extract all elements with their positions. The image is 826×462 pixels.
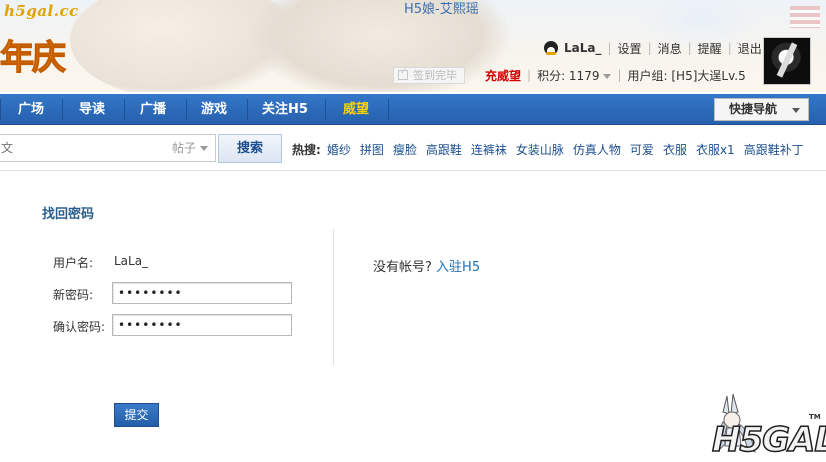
user-stats-bar: 签到完毕 充威望 | 积分: 1179 | 用户组: [H5]大逞Lv.5 (393, 66, 746, 84)
hot-search-link[interactable]: 拼图 (360, 141, 384, 158)
page-title: 找回密码 (42, 207, 95, 222)
checkin-label: 签到完毕 (413, 69, 457, 82)
nav-item-follow-h5[interactable]: 关注H5 (252, 94, 318, 125)
hot-searches-label: 热搜: (292, 143, 321, 157)
hot-search-link[interactable]: 婚纱 (327, 141, 351, 158)
settings-link[interactable]: 设置 (618, 40, 642, 57)
search-button[interactable]: 搜索 (218, 134, 282, 163)
nav-divider (388, 99, 389, 120)
chevron-down-icon (792, 108, 800, 113)
nav-item-prestige[interactable]: 威望 (333, 94, 379, 125)
user-bar: LaLa_ | 设置 | 消息 | 提醒 | 退出 (544, 40, 762, 56)
hot-search-link[interactable]: 衣服x1 (696, 141, 735, 158)
new-password-field[interactable]: •••••••• (112, 282, 292, 304)
vertical-divider (333, 229, 334, 365)
points-label: 积分: 1179 (537, 68, 600, 83)
hot-searches: 热搜: 婚纱 拼图 瘦脸 高跟鞋 连裤袜 女装山脉 仿真人物 可爱 衣服 衣服x… (292, 141, 813, 158)
reminders-link[interactable]: 提醒 (698, 40, 722, 57)
points-menu[interactable]: 积分: 1179 (537, 67, 612, 84)
site-logo-url[interactable]: h5gal.cc (4, 2, 79, 20)
qq-penguin-icon (544, 41, 558, 55)
hot-search-link[interactable]: 女装山脉 (516, 141, 564, 158)
quick-nav-button[interactable]: 快捷导航 (714, 98, 809, 121)
top-banner: h5gal.cc 年庆 H5娘-艾熙瑶 LaLa_ | 设置 | 消息 | 提醒… (0, 0, 826, 92)
separator: | (687, 41, 692, 55)
search-type-label: 帖子 (172, 141, 197, 155)
checkin-button[interactable]: 签到完毕 (393, 66, 465, 84)
messages-link[interactable]: 消息 (658, 40, 682, 57)
join-link[interactable]: 入驻H5 (436, 260, 480, 275)
confirm-password-label: 确认密码: (53, 320, 106, 334)
anniversary-logo[interactable]: 年庆 (0, 30, 67, 79)
nav-divider (325, 99, 326, 120)
hot-search-link[interactable]: 瘦脸 (393, 141, 417, 158)
new-password-label: 新密码: (53, 288, 94, 302)
main-nav: 广场 导读 广播 游戏 关注H5 威望 快捷导航 (0, 94, 826, 125)
chevron-down-icon (603, 73, 612, 79)
separator: | (527, 68, 532, 82)
chevron-down-icon (200, 146, 209, 151)
avatar[interactable] (763, 37, 811, 85)
banner-decoration (790, 6, 820, 28)
submit-button[interactable]: 提交 (114, 403, 159, 427)
username-value: LaLa_ (114, 254, 149, 268)
search-bar: 帖子 搜索 热搜: 婚纱 拼图 瘦脸 高跟鞋 连裤袜 女装山脉 仿真人物 可爱 … (0, 131, 826, 164)
hot-search-link[interactable]: 连裤袜 (471, 141, 507, 158)
separator: | (727, 41, 732, 55)
nav-item-guide[interactable]: 导读 (69, 94, 115, 125)
nav-item-square[interactable]: 广场 (8, 94, 54, 125)
hot-search-link[interactable]: 高跟鞋 (426, 141, 462, 158)
trademark-mark: TM (809, 413, 821, 421)
quick-nav-label: 快捷导航 (729, 102, 778, 116)
hot-search-link[interactable]: 可爱 (630, 141, 654, 158)
hot-search-link[interactable]: 高跟鞋补丁 (744, 141, 804, 158)
no-account-prompt: 没有帐号? 入驻H5 (373, 256, 480, 275)
separator: | (647, 41, 652, 55)
usergroup-link[interactable]: 用户组: [H5]大逞Lv.5 (628, 67, 746, 84)
nav-divider (247, 99, 248, 120)
prestige-link[interactable]: 充威望 (485, 67, 521, 84)
nav-divider (62, 99, 63, 120)
no-account-text: 没有帐号? (373, 260, 432, 275)
hot-search-link[interactable]: 衣服 (663, 141, 687, 158)
nav-divider (124, 99, 125, 120)
username-link[interactable]: LaLa_ (564, 41, 602, 55)
nav-item-broadcast[interactable]: 广播 (130, 94, 176, 125)
confirm-password-field[interactable]: •••••••• (112, 314, 292, 336)
hot-search-link[interactable]: 仿真人物 (573, 141, 621, 158)
nav-divider (0, 99, 1, 120)
nav-divider (186, 99, 187, 120)
username-label: 用户名: (53, 256, 94, 270)
divider (0, 170, 826, 171)
search-type-select[interactable]: 帖子 (168, 135, 216, 161)
site-title[interactable]: H5娘-艾熙瑶 (404, 0, 479, 17)
logout-link[interactable]: 退出 (738, 40, 762, 57)
nav-item-games[interactable]: 游戏 (191, 94, 237, 125)
separator: | (617, 68, 622, 82)
footer-logo[interactable]: H5GAL (711, 419, 826, 461)
checkin-icon (398, 67, 408, 80)
separator: | (607, 41, 612, 55)
